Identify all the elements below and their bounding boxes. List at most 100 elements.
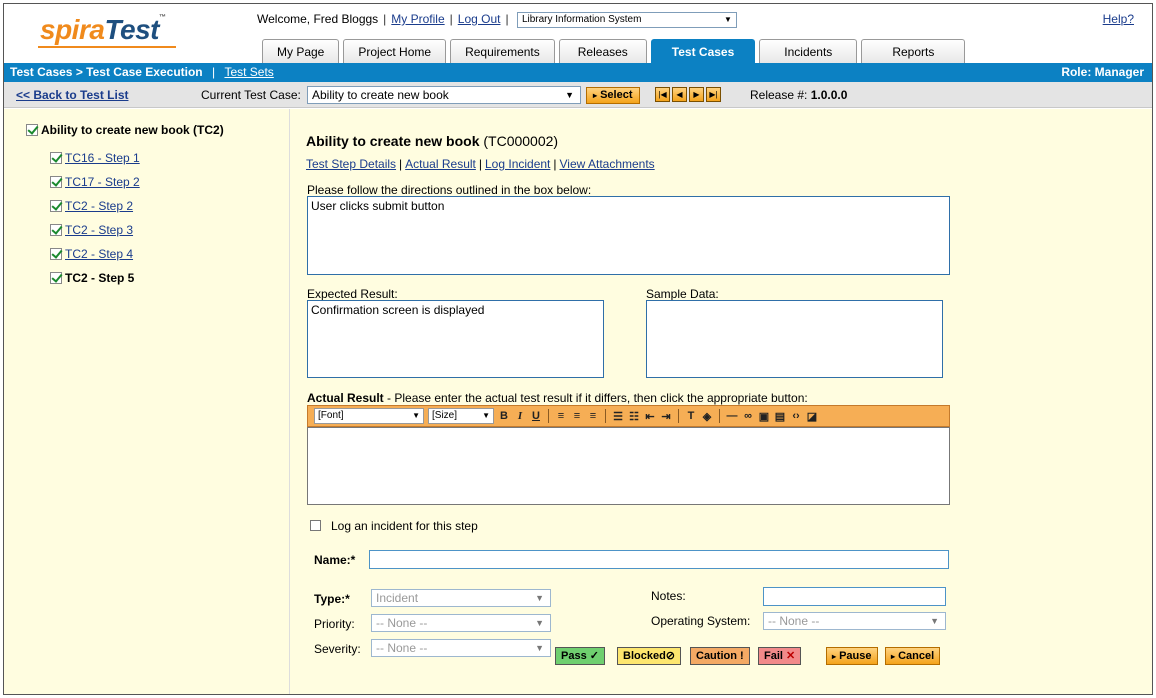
- breadcrumb-bar: Test Cases > Test Case Execution | Test …: [4, 63, 1152, 82]
- tree-step[interactable]: TC17 - Step 2: [50, 175, 140, 189]
- test-sets-link[interactable]: Test Sets: [224, 65, 273, 79]
- chevron-down-icon: ▼: [565, 90, 574, 100]
- previous-step-icon[interactable]: ◀: [672, 87, 687, 102]
- image-icon[interactable]: ▣: [758, 410, 770, 423]
- name-label: Name:*: [314, 553, 356, 567]
- priority-label: Priority:: [314, 617, 355, 631]
- font-select[interactable]: [Font] ▼: [314, 408, 424, 424]
- arrow-right-icon: ▸: [832, 652, 837, 661]
- tab-reports[interactable]: Reports: [861, 39, 966, 64]
- priority-select[interactable]: -- None -- ▼: [371, 614, 551, 632]
- test-step-details-link[interactable]: Test Step Details: [306, 157, 396, 171]
- numbered-list-icon[interactable]: ☰: [612, 410, 624, 423]
- step-links: Test Step Details | Actual Result | Log Inci…: [306, 157, 655, 171]
- actual-result-link[interactable]: Actual Result: [405, 157, 476, 171]
- outdent-icon[interactable]: ⇤: [644, 410, 656, 423]
- tree-step-current[interactable]: TC2 - Step 5: [50, 271, 134, 285]
- toolbar-divider: [605, 409, 606, 423]
- view-attachments-link[interactable]: View Attachments: [560, 157, 655, 171]
- highlight-color-icon[interactable]: ◈: [701, 410, 713, 423]
- source-code-icon[interactable]: ‹›: [790, 410, 802, 422]
- incident-name-input[interactable]: [369, 550, 949, 569]
- first-step-icon[interactable]: |◀: [655, 87, 670, 102]
- italic-icon[interactable]: I: [514, 410, 526, 422]
- checkmark-icon: [50, 176, 62, 188]
- align-right-icon[interactable]: ≡: [587, 410, 599, 422]
- expected-result-box: Confirmation screen is displayed: [307, 300, 604, 378]
- tab-test-cases[interactable]: Test Cases: [650, 39, 756, 64]
- size-select[interactable]: [Size] ▼: [428, 408, 494, 424]
- pause-button[interactable]: ▸ Pause: [826, 647, 878, 665]
- blocked-icon: ⊘: [665, 650, 676, 662]
- my-profile-link[interactable]: My Profile: [391, 12, 444, 26]
- chevron-down-icon: ▼: [412, 411, 420, 420]
- tab-requirements[interactable]: Requirements: [450, 39, 555, 64]
- last-step-icon[interactable]: ▶|: [706, 87, 721, 102]
- operating-system-label: Operating System:: [651, 614, 751, 628]
- log-incident-toggle[interactable]: Log an incident for this step: [310, 519, 478, 533]
- chevron-down-icon: ▼: [724, 15, 732, 24]
- tree-step[interactable]: TC2 - Step 2: [50, 199, 133, 213]
- tree-step[interactable]: TC16 - Step 1: [50, 151, 140, 165]
- tab-incidents[interactable]: Incidents: [759, 39, 858, 64]
- pass-button[interactable]: Pass ✓: [555, 647, 605, 665]
- select-button[interactable]: ▸ Select: [586, 87, 640, 104]
- incident-type-select[interactable]: Incident ▼: [371, 589, 551, 607]
- caution-button[interactable]: Caution !: [690, 647, 750, 665]
- severity-label: Severity:: [314, 642, 361, 656]
- log-incident-checkbox[interactable]: [310, 520, 321, 531]
- directions-box: User clicks submit button: [307, 196, 950, 275]
- chevron-down-icon: ▼: [535, 643, 544, 653]
- help-link[interactable]: Help?: [1103, 12, 1134, 26]
- tab-my-page[interactable]: My Page: [262, 39, 340, 64]
- next-step-icon[interactable]: ▶: [689, 87, 704, 102]
- tree-root[interactable]: Ability to create new book (TC2): [26, 123, 224, 137]
- checkmark-icon: [50, 272, 62, 284]
- notes-label: Notes:: [651, 589, 686, 603]
- toolbar-divider: [719, 409, 720, 423]
- rich-text-toolbar: [Font] ▼ [Size] ▼ B I U ≡ ≡ ≡ ☰ ☷ ⇤ ⇥ T ◈ …: [307, 405, 950, 427]
- back-to-test-list-link[interactable]: << Back to Test List: [16, 88, 128, 102]
- table-icon[interactable]: ▤: [774, 410, 786, 423]
- chevron-down-icon: ▼: [535, 618, 544, 628]
- chevron-down-icon: ▼: [930, 616, 939, 626]
- directions-label: Please follow the directions outlined in…: [307, 183, 592, 197]
- test-step-detail: Ability to create new book (TC000002) Te…: [290, 109, 1152, 694]
- type-label: Type:*: [314, 592, 350, 606]
- fail-button[interactable]: Fail ✕: [758, 647, 802, 665]
- actual-result-editor[interactable]: [307, 427, 950, 505]
- log-out-link[interactable]: Log Out: [458, 12, 501, 26]
- clean-format-icon[interactable]: ◪: [806, 410, 818, 423]
- text-color-icon[interactable]: T: [685, 410, 697, 422]
- current-test-case-label: Current Test Case:: [201, 88, 301, 102]
- tab-project-home[interactable]: Project Home: [343, 39, 447, 64]
- app-window: spiraTest™ Welcome, Fred Bloggs | My Profi…: [3, 3, 1153, 695]
- horizontal-rule-icon[interactable]: —: [726, 410, 738, 422]
- cancel-button[interactable]: ▸ Cancel: [885, 647, 941, 665]
- notes-input[interactable]: [763, 587, 946, 606]
- execution-toolbar: << Back to Test List Current Test Case: …: [4, 82, 1152, 108]
- severity-select[interactable]: -- None -- ▼: [371, 639, 551, 657]
- indent-icon[interactable]: ⇥: [660, 410, 672, 423]
- welcome-text: Welcome, Fred Bloggs: [257, 12, 379, 27]
- role-label: Role: Manager: [1061, 65, 1144, 79]
- align-left-icon[interactable]: ≡: [555, 410, 567, 422]
- project-select[interactable]: Library Information System ▼: [516, 12, 737, 28]
- underline-icon[interactable]: U: [530, 410, 542, 422]
- bullet-list-icon[interactable]: ☷: [628, 410, 640, 423]
- operating-system-select[interactable]: -- None -- ▼: [763, 612, 946, 630]
- align-center-icon[interactable]: ≡: [571, 410, 583, 422]
- tab-releases[interactable]: Releases: [558, 39, 647, 64]
- bold-icon[interactable]: B: [498, 410, 510, 422]
- log-incident-link[interactable]: Log Incident: [485, 157, 550, 171]
- tree-step[interactable]: TC2 - Step 4: [50, 247, 133, 261]
- tree-step[interactable]: TC2 - Step 3: [50, 223, 133, 237]
- link-icon[interactable]: ∞: [742, 410, 754, 422]
- checkmark-icon: [50, 224, 62, 236]
- blocked-button[interactable]: Blocked⊘: [617, 647, 682, 665]
- logo-underline: [38, 46, 176, 48]
- current-test-case-select[interactable]: Ability to create new book ▼: [307, 86, 581, 104]
- main-tabs: My Page Project Home Requirements Releas…: [262, 39, 969, 64]
- arrow-right-icon: ▸: [891, 652, 896, 661]
- exclamation-icon: !: [740, 650, 744, 662]
